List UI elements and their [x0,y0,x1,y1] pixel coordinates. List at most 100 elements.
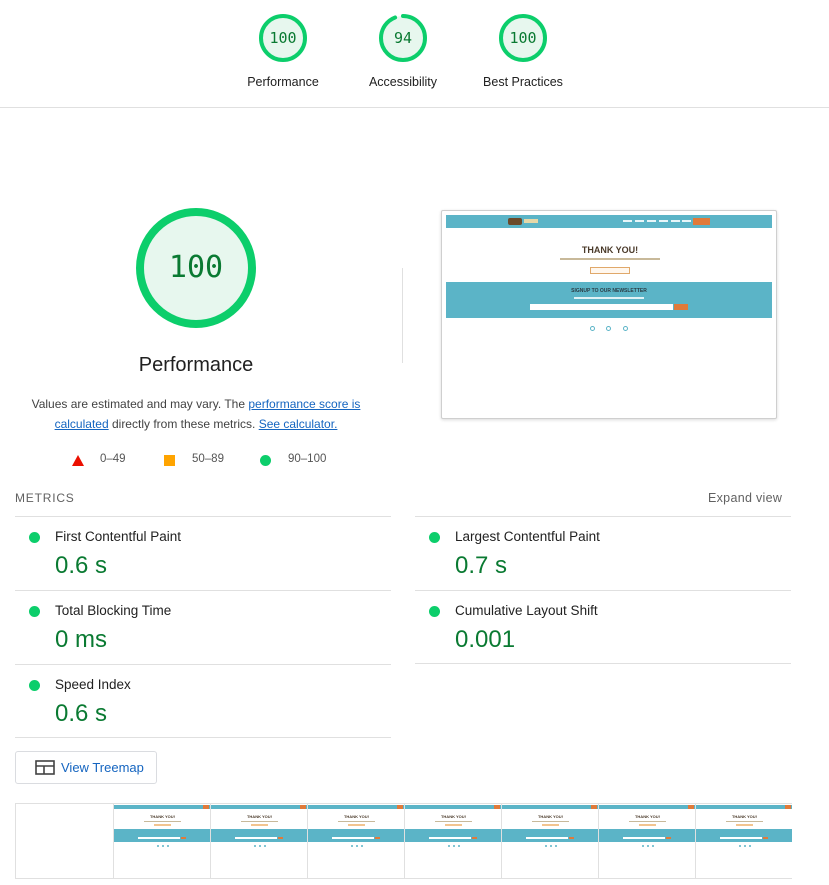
score-summary-bar: 100 Performance 94 Accessibility 100 Bes… [0,0,829,108]
legend-label: 90–100 [288,453,327,465]
frame-newsletter [308,829,404,842]
frame-social-icon [739,845,741,847]
frame-heading: THANK YOU! [634,814,661,819]
treemap-icon [35,760,55,775]
screenshot-logo-text [524,219,538,223]
screenshot-nav-link [647,220,656,222]
frame-navbar [599,805,695,809]
frame-social-icon [167,845,169,847]
frame-newsletter-button [375,837,380,839]
frame-button [542,824,559,826]
pass-circle-icon [29,606,40,617]
screenshot-nav-link [671,220,680,222]
frame-subtext [532,821,569,822]
frame-heading: THANK YOU! [246,814,273,819]
metric-value: 0.7 s [455,552,508,579]
pass-circle-icon [29,532,40,543]
metric-name: Total Blocking Time [55,603,172,618]
metric-speed-index: Speed Index 0.6 s [15,664,391,738]
frame-nav-button [203,805,209,809]
frame-button [445,824,462,826]
frame-newsletter-input [526,837,568,839]
frame-social-icon [744,845,746,847]
frame-subtext [435,821,472,822]
facebook-icon [590,326,595,331]
frame-newsletter [599,829,695,842]
pass-circle-icon [429,532,440,543]
frame-subtext [144,821,181,822]
metric-divider [15,737,391,738]
final-screenshot[interactable]: THANK YOU! SIGNUP TO OUR NEWSLETTER [441,210,777,419]
frame-newsletter [405,829,501,842]
frame-social-icon [550,845,552,847]
metric-value: 0.6 s [55,700,108,727]
performance-score: 100 [168,250,224,285]
screenshot-button [590,267,630,274]
frame-newsletter-button [569,837,574,839]
frame-subtext [241,821,278,822]
pass-circle-icon [429,606,440,617]
metric-value: 0.6 s [55,552,108,579]
metric-value: 0 ms [55,626,108,653]
frame-heading: THANK YOU! [440,814,467,819]
metric-total-blocking-time: Total Blocking Time 0 ms [15,590,391,664]
vertical-divider [402,268,403,363]
metric-name: First Contentful Paint [55,529,182,544]
frame-newsletter [502,829,598,842]
filmstrip-frame: THANK YOU! [404,804,501,878]
frame-social-icon [259,845,261,847]
frame-button [251,824,268,826]
gauge-best-practices[interactable]: 100 Best Practices [468,12,578,89]
legend-label: 0–49 [100,453,126,465]
frame-nav-button [688,805,694,809]
screenshot-newsletter-subtext [574,297,644,299]
frame-newsletter-button [278,837,283,839]
screenshot-nav-link [623,220,632,222]
metric-largest-contentful-paint: Largest Contentful Paint 0.7 s [415,516,791,590]
filmstrip-frame: THANK YOU! [307,804,404,878]
frame-social-icon [652,845,654,847]
frame-heading: THANK YOU! [149,814,176,819]
pass-circle-icon [260,455,271,466]
frame-social-icon [356,845,358,847]
frame-navbar [502,805,598,809]
frame-social-icon [448,845,450,847]
frame-social-icon [642,845,644,847]
filmstrip-frame: THANK YOU! [695,804,792,878]
frame-social-icon [749,845,751,847]
frame-social-icon [453,845,455,847]
filmstrip-frame: THANK YOU! [501,804,598,878]
gauge-performance[interactable]: 100 Performance [228,12,338,89]
frame-navbar [696,805,792,809]
frame-nav-button [300,805,306,809]
filmstrip-frame: THANK YOU! [210,804,307,878]
screenshot-logo [508,218,522,225]
frame-heading: THANK YOU! [537,814,564,819]
frame-newsletter-input [138,837,180,839]
frame-nav-button [494,805,500,809]
filmstrip-frame: THANK YOU! [598,804,695,878]
desc-text: directly from these metrics. [108,417,259,431]
gauge-label: Accessibility [368,75,438,89]
metric-divider [415,663,791,664]
metrics-header: METRICS [15,491,75,505]
filmstrip: THANK YOU! THANK YOU! THANK YOU! THANK YOU!… [15,803,792,879]
view-treemap-button[interactable]: View Treemap [15,751,157,784]
frame-navbar [405,805,501,809]
screenshot-newsletter-button [674,304,688,310]
linkedin-icon [623,326,628,331]
frame-social-icon [254,845,256,847]
metric-name: Largest Contentful Paint [455,529,600,544]
screenshot-nav-link [659,220,668,222]
frame-newsletter-input [720,837,762,839]
frame-navbar [211,805,307,809]
gauge-accessibility[interactable]: 94 Accessibility [348,12,458,89]
screenshot-nav-button [693,218,710,225]
frame-social-icon [162,845,164,847]
expand-view-toggle[interactable]: Expand view [708,491,782,505]
see-calculator-link[interactable]: See calculator. [259,417,338,431]
frame-social-icon [361,845,363,847]
frame-newsletter [696,829,792,842]
performance-title: Performance [138,354,254,376]
frame-social-icon [647,845,649,847]
